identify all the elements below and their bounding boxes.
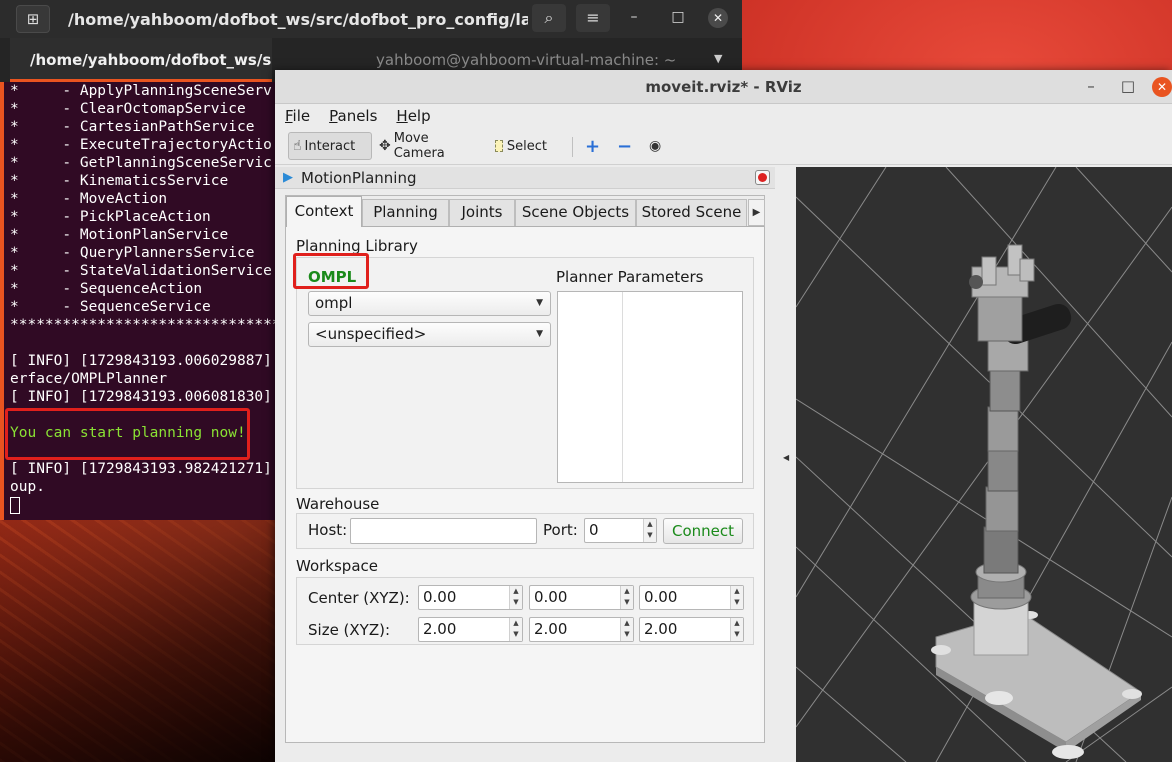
interact-tool-label: Interact [304, 138, 356, 154]
menu-file[interactable]: File [275, 105, 319, 129]
rviz-window: moveit.rviz* - RViz – □ ✕ File Panels He… [275, 70, 1172, 762]
host-label: Host: [308, 521, 348, 539]
new-tab-icon[interactable]: ⊞ [16, 5, 50, 33]
size-x-value: 2.00 [423, 620, 457, 638]
panel-splitter[interactable]: ◀ [775, 167, 796, 762]
size-x-spinbox[interactable]: 2.00 ▲ ▼ [418, 617, 523, 642]
tool-bar: ☝ Interact ✥ Move Camera Select + − ◉ [275, 129, 1172, 165]
minus-icon: − [617, 135, 633, 157]
menu-bar: File Panels Help [275, 105, 440, 129]
table-column-divider [622, 292, 623, 482]
terminal-tab-active[interactable]: /home/yahboom/dofbot_ws/src/dofb... [10, 38, 272, 82]
move-camera-icon: ✥ [379, 138, 391, 154]
spin-arrows-icon[interactable]: ▲ ▼ [643, 519, 656, 542]
3d-viewport[interactable] [796, 167, 1172, 762]
host-input[interactable] [350, 518, 537, 544]
warehouse-label: Warehouse [296, 495, 380, 513]
spin-arrows-icon[interactable]: ▲ ▼ [620, 618, 633, 641]
motion-planning-panel-header: ▶ MotionPlanning [275, 167, 775, 189]
size-y-spinbox[interactable]: 2.00 ▲ ▼ [529, 617, 634, 642]
hand-cursor-icon: ☝ [293, 138, 302, 154]
spin-arrows-icon[interactable]: ▲ ▼ [730, 618, 743, 641]
planner-config-value: <unspecified> [315, 325, 427, 343]
planner-config-dropdown[interactable]: <unspecified> ▼ [308, 322, 551, 347]
rviz-title: moveit.rviz* - RViz [645, 78, 802, 96]
size-label: Size (XYZ): [308, 621, 391, 639]
workspace-label: Workspace [296, 557, 378, 575]
connect-button[interactable]: Connect [663, 518, 743, 544]
spin-arrows-icon[interactable]: ▲ ▼ [730, 586, 743, 609]
select-tool-button[interactable]: Select [491, 132, 551, 160]
select-box-icon [495, 140, 503, 152]
close-icon[interactable]: ✕ [708, 8, 728, 28]
interact-tool-button[interactable]: ☝ Interact [288, 132, 372, 160]
menu-panels[interactable]: Panels [319, 105, 386, 129]
port-label: Port: [543, 521, 578, 539]
highlight-box-ompl [293, 253, 369, 289]
minimize-icon[interactable]: – [1081, 77, 1101, 95]
size-z-spinbox[interactable]: 2.00 ▲ ▼ [639, 617, 744, 642]
menu-help[interactable]: Help [386, 105, 439, 129]
terminal-title: /home/yahboom/dofbot_ws/src/dofbot_pro_c… [68, 9, 528, 29]
search-icon[interactable]: ⌕ [532, 4, 566, 32]
tab-planning[interactable]: Planning [362, 199, 449, 226]
move-camera-tool-label: Move Camera [393, 131, 445, 161]
center-x-spinbox[interactable]: 0.00 ▲ ▼ [418, 585, 523, 610]
terminal-cursor [10, 496, 20, 514]
tab-context[interactable]: Context [286, 196, 362, 227]
center-z-value: 0.00 [644, 588, 678, 606]
terminal-titlebar: ⊞ /home/yahboom/dofbot_ws/src/dofbot_pro… [0, 0, 742, 38]
planner-library-value: ompl [315, 294, 353, 312]
plus-icon: + [585, 135, 601, 157]
highlight-box-planning-ready [5, 408, 250, 460]
visibility-tool-button[interactable]: ◉ [645, 132, 668, 160]
context-tab-content: Planning Library OMPL Planner Parameters… [286, 226, 764, 742]
select-tool-label: Select [506, 138, 547, 154]
center-x-value: 0.00 [423, 588, 457, 606]
minimize-icon[interactable]: – [624, 9, 644, 25]
tab-scene-objects[interactable]: Scene Objects [515, 199, 636, 226]
center-y-spinbox[interactable]: 0.00 ▲ ▼ [529, 585, 634, 610]
remove-tool-button[interactable]: − [613, 132, 639, 160]
center-label: Center (XYZ): [308, 589, 410, 607]
center-z-spinbox[interactable]: 0.00 ▲ ▼ [639, 585, 744, 610]
move-camera-tool-button[interactable]: ✥ Move Camera [375, 131, 475, 161]
maximize-icon[interactable]: □ [1118, 77, 1138, 95]
spin-arrows-icon[interactable]: ▲ ▼ [509, 586, 522, 609]
spin-arrows-icon[interactable]: ▲ ▼ [509, 618, 522, 641]
size-z-value: 2.00 [644, 620, 678, 638]
robot-arm [969, 244, 1072, 656]
toolbar-separator [572, 137, 573, 157]
close-icon[interactable]: ✕ [1152, 77, 1172, 97]
center-y-value: 0.00 [534, 588, 568, 606]
chevron-left-icon[interactable]: ◀ [783, 453, 789, 462]
maximize-icon[interactable]: □ [668, 9, 688, 25]
chevron-down-icon: ▼ [536, 329, 543, 339]
robot-base-plate [931, 611, 1142, 759]
rviz-titlebar: moveit.rviz* - RViz – □ ✕ [275, 70, 1172, 104]
chevron-down-icon: ▼ [536, 298, 543, 308]
panel-title: MotionPlanning [301, 169, 417, 187]
port-value: 0 [589, 521, 599, 539]
hamburger-menu-icon[interactable]: ≡ [576, 4, 610, 32]
workspace-group: Center (XYZ): 0.00 ▲ ▼ 0.00 ▲ ▼ 0.00 ▲ ▼ Si… [296, 577, 754, 645]
add-tool-button[interactable]: + [581, 132, 607, 160]
tab-stored-scene[interactable]: Stored Scene [636, 199, 747, 226]
eye-icon: ◉ [649, 138, 662, 154]
panel-close-icon[interactable] [755, 170, 770, 185]
3d-scene [796, 167, 1172, 762]
warehouse-group: Host: Port: 0 ▲ ▼ Connect [296, 513, 754, 549]
planner-library-dropdown[interactable]: ompl ▼ [308, 291, 551, 316]
port-spinbox[interactable]: 0 ▲ ▼ [584, 518, 657, 543]
spin-arrows-icon[interactable]: ▲ ▼ [620, 586, 633, 609]
planner-parameters-table[interactable] [557, 291, 743, 483]
chevron-down-icon[interactable]: ▼ [714, 52, 722, 65]
planner-parameters-label: Planner Parameters [556, 268, 704, 286]
planning-library-group: OMPL Planner Parameters ompl ▼ <unspecif… [296, 257, 754, 489]
tab-scroll-right-icon[interactable]: ▶ [748, 199, 765, 226]
tab-joints[interactable]: Joints [449, 199, 515, 226]
size-y-value: 2.00 [534, 620, 568, 638]
motion-planning-icon: ▶ [283, 170, 293, 185]
